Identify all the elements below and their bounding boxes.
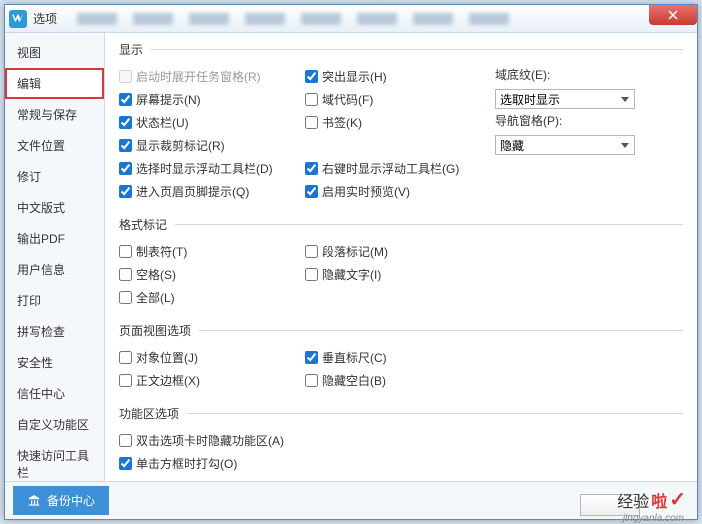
section-display-legend: 显示 (119, 41, 151, 58)
select-field-shading[interactable]: 选取时显示 (495, 89, 635, 109)
chk-floating-toolbar: 选择时显示浮动工具栏(D) (119, 158, 305, 179)
options-dialog: 选项 视图 编辑 常规与保存 文件位置 修订 中文版式 输出PDF 用户信息 打… (4, 4, 698, 520)
check-icon: ✓ (669, 487, 686, 512)
chk-screen-tips: 屏幕提示(N) (119, 89, 305, 110)
chk-status-bar: 状态栏(U) (119, 112, 305, 133)
label-field-shading: 域底纹(E): (495, 66, 683, 83)
chk-startup-taskpane: 启动时展开任务窗格(R) (119, 66, 305, 87)
section-ribbon-legend: 功能区选项 (119, 405, 187, 422)
chk-spaces: 空格(S) (119, 264, 305, 285)
chk-object-pos: 对象位置(J) (119, 347, 305, 368)
chk-text-boundaries: 正文边框(X) (119, 370, 305, 391)
section-ribbon: 功能区选项 双击选项卡时隐藏功能区(A) 单击方框时打勾(O) (119, 405, 683, 480)
chk-check-on-click: 单击方框时打勾(O) (119, 453, 683, 474)
section-format-marks: 格式标记 制表符(T) 段落标记(M) 空格(S) 隐藏文字(I) 全部(L) (119, 216, 683, 314)
sidebar-item-file-location[interactable]: 文件位置 (5, 130, 104, 161)
chk-header-footer-tip: 进入页眉页脚提示(Q) (119, 181, 305, 202)
sidebar-item-edit[interactable]: 编辑 (5, 68, 104, 99)
sidebar: 视图 编辑 常规与保存 文件位置 修订 中文版式 输出PDF 用户信息 打印 拼… (5, 33, 105, 481)
sidebar-item-chinese-layout[interactable]: 中文版式 (5, 192, 104, 223)
window-title: 选项 (33, 10, 57, 27)
label-nav-pane: 导航窗格(P): (495, 112, 683, 129)
sidebar-item-user-info[interactable]: 用户信息 (5, 254, 104, 285)
sidebar-item-output-pdf[interactable]: 输出PDF (5, 223, 104, 254)
chk-crop-marks: 显示裁剪标记(R) (119, 135, 305, 156)
sidebar-item-trust-center[interactable]: 信任中心 (5, 378, 104, 409)
sidebar-item-custom-ribbon[interactable]: 自定义功能区 (5, 409, 104, 440)
chk-highlight: 突出显示(H) (305, 66, 495, 87)
chk-vertical-ruler: 垂直标尺(C) (305, 347, 495, 368)
watermark-url: jingyanla.com (623, 513, 684, 524)
chk-tabs: 制表符(T) (119, 241, 305, 262)
select-nav-pane[interactable]: 隐藏 (495, 135, 635, 155)
chk-live-preview: 启用实时预览(V) (305, 181, 495, 202)
sidebar-item-security[interactable]: 安全性 (5, 347, 104, 378)
chk-mini-toolbar-right: 右键时显示浮动工具栏(G) (305, 158, 495, 179)
blurred-menu (77, 13, 509, 25)
sidebar-item-revision[interactable]: 修订 (5, 161, 104, 192)
backup-icon (27, 494, 41, 508)
chk-hide-whitespace: 隐藏空白(B) (305, 370, 495, 391)
close-button[interactable] (649, 5, 697, 25)
content-panel: 显示 启动时展开任务窗格(R) 突出显示(H) 域底纹(E): 屏幕提示(N) … (105, 33, 697, 481)
watermark: 经验啦✓ (617, 487, 686, 512)
sidebar-item-general-save[interactable]: 常规与保存 (5, 99, 104, 130)
chk-hide-on-dblclick: 双击选项卡时隐藏功能区(A) (119, 430, 683, 451)
chk-bookmarks: 书签(K) (305, 112, 495, 133)
sidebar-item-print[interactable]: 打印 (5, 285, 104, 316)
chk-field-codes: 域代码(F) (305, 89, 495, 110)
chk-hidden-text: 隐藏文字(I) (305, 264, 495, 285)
chk-paragraph-marks: 段落标记(M) (305, 241, 495, 262)
sidebar-item-view[interactable]: 视图 (5, 37, 104, 68)
titlebar: 选项 (5, 5, 697, 33)
chk-all: 全部(L) (119, 287, 305, 308)
app-icon (9, 10, 27, 28)
section-pageview-legend: 页面视图选项 (119, 322, 199, 339)
section-display: 显示 启动时展开任务窗格(R) 突出显示(H) 域底纹(E): 屏幕提示(N) … (119, 41, 683, 208)
sidebar-item-spellcheck[interactable]: 拼写检查 (5, 316, 104, 347)
section-page-view: 页面视图选项 对象位置(J) 垂直标尺(C) 正文边框(X) 隐藏空白(B) (119, 322, 683, 397)
dialog-body: 视图 编辑 常规与保存 文件位置 修订 中文版式 输出PDF 用户信息 打印 拼… (5, 33, 697, 481)
backup-center-button[interactable]: 备份中心 (13, 486, 109, 515)
section-marks-legend: 格式标记 (119, 216, 175, 233)
